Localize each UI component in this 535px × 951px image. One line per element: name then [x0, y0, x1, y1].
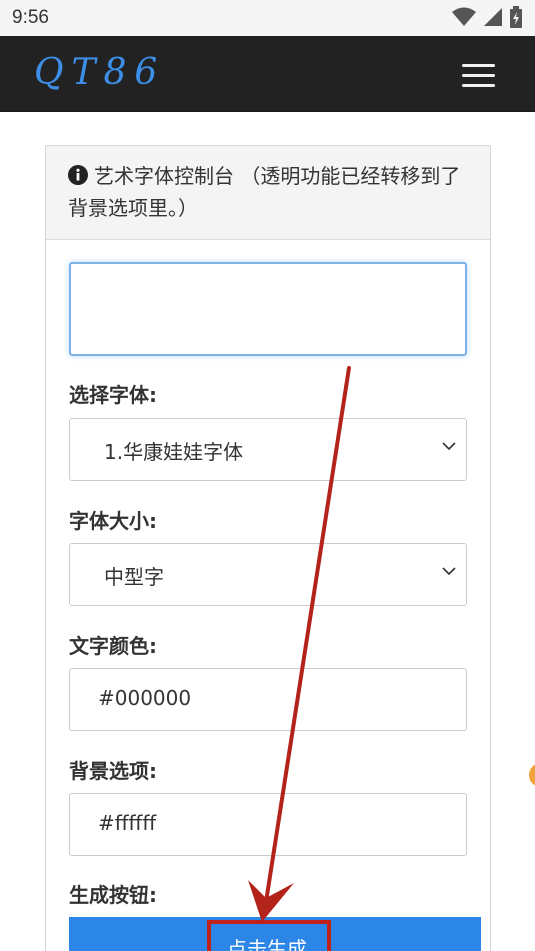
chevron-down-icon: [442, 442, 456, 451]
background-option-label: 背景选项:: [69, 759, 157, 783]
font-size-label: 字体大小:: [69, 509, 157, 533]
art-font-console-panel: 艺术字体控制台 （透明功能已经转移到了背景选项里。） 选择字体: 1.华康娃娃字…: [45, 145, 491, 951]
top-navbar: QT86: [0, 36, 535, 112]
font-select-label: 选择字体:: [69, 383, 157, 407]
text-input[interactable]: [69, 262, 467, 356]
cell-signal-icon: [484, 8, 502, 26]
floating-gear-icon[interactable]: [521, 757, 535, 793]
status-time: 9:56: [12, 7, 49, 28]
text-color-input[interactable]: #000000: [69, 668, 467, 731]
font-select[interactable]: 1.华康娃娃字体: [69, 418, 467, 481]
font-select-value: 1.华康娃娃字体: [104, 440, 244, 464]
font-size-value: 中型字: [104, 565, 164, 589]
chevron-down-icon: [442, 567, 456, 576]
status-icons: [451, 6, 523, 28]
panel-heading: 艺术字体控制台 （透明功能已经转移到了背景选项里。）: [46, 146, 490, 240]
brand-logo[interactable]: QT86: [34, 52, 165, 93]
background-option-value: #ffffff: [98, 811, 157, 835]
info-circle-icon: [68, 165, 88, 185]
panel-heading-text: 艺术字体控制台 （透明功能已经转移到了背景选项里。）: [68, 164, 461, 220]
background-option-input[interactable]: #ffffff: [69, 793, 467, 856]
text-color-label: 文字颜色:: [69, 634, 157, 658]
font-size-select[interactable]: 中型字: [69, 543, 467, 606]
hamburger-menu-icon[interactable]: [462, 64, 495, 87]
status-bar: 9:56: [0, 0, 535, 36]
generate-button-label: 生成按钮:: [69, 883, 157, 907]
text-color-value: #000000: [98, 686, 192, 710]
wifi-icon: [452, 7, 476, 26]
generate-button-text: 点击生成: [227, 937, 307, 951]
battery-icon: [510, 6, 522, 28]
